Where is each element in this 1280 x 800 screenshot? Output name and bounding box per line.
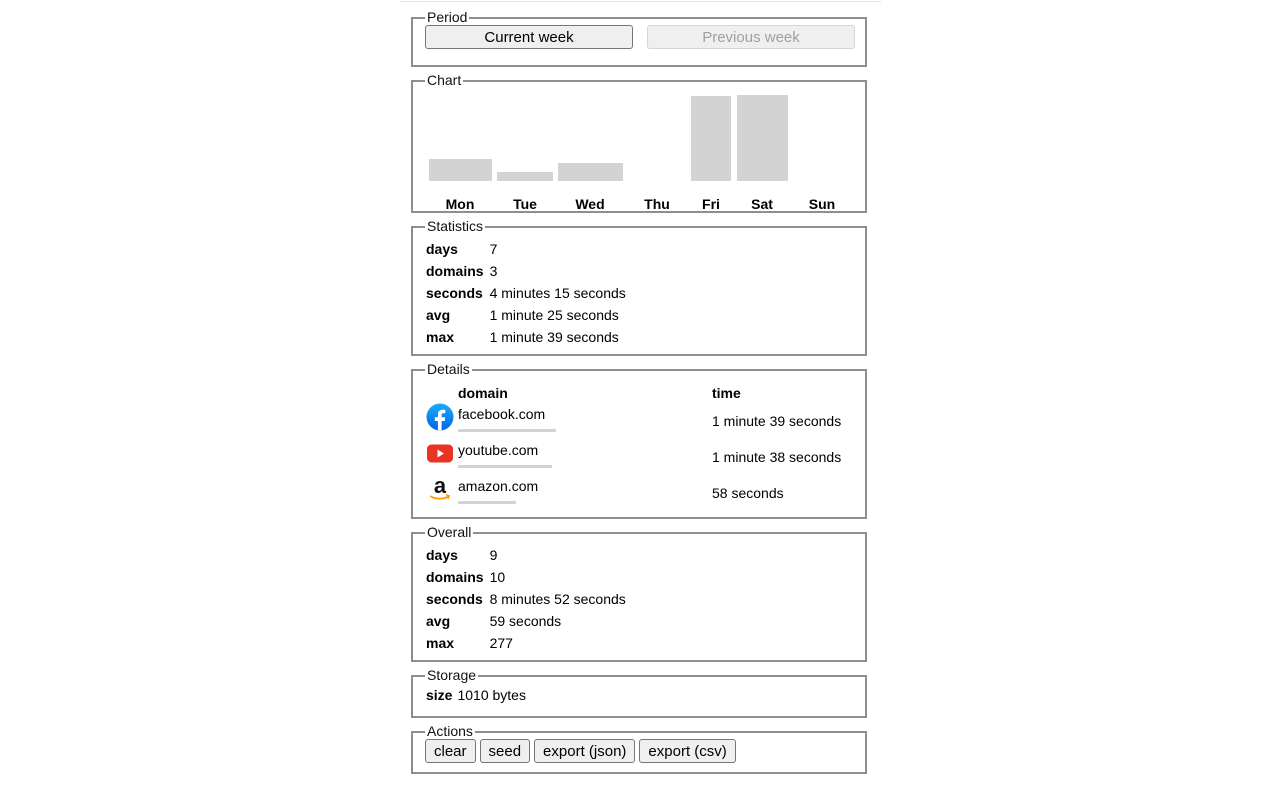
statistics-legend: Statistics — [427, 218, 484, 234]
overall-row-days: days 9 — [426, 544, 626, 566]
actions-section: Actions clear seed export (json) export … — [411, 724, 867, 774]
stat-value: 4 minutes 15 seconds — [489, 285, 626, 301]
youtube-icon — [427, 444, 453, 463]
svg-text:a: a — [434, 475, 447, 498]
details-legend: Details — [427, 361, 470, 377]
domain-time: 58 seconds — [712, 485, 784, 501]
overall-row-domains: domains 10 — [426, 566, 626, 588]
export-json-button[interactable]: export (json) — [534, 739, 636, 763]
actions-legend: Actions — [427, 723, 473, 739]
day-label-sun: Sun — [808, 196, 836, 212]
details-row: a amazon.com 58 seconds — [426, 475, 852, 511]
chart-legend: Chart — [427, 72, 462, 88]
overall-row-max: max 277 — [426, 632, 626, 654]
day-label-fri: Fri — [702, 196, 720, 212]
previous-week-button[interactable]: Previous week — [647, 25, 855, 49]
overall-key: seconds — [426, 591, 483, 607]
storage-legend: Storage — [427, 667, 477, 683]
domain-header: domain — [458, 385, 508, 401]
overall-legend: Overall — [427, 524, 472, 540]
amazon-icon: a — [430, 475, 451, 500]
overall-value: 277 — [489, 635, 513, 651]
domain-name: facebook.com — [458, 406, 546, 422]
bar-mon — [428, 159, 492, 181]
facebook-icon — [426, 403, 454, 431]
domain-share-bar — [458, 501, 516, 504]
storage-size-key: size — [426, 687, 453, 703]
chart-section: Chart Mon Tue Wed Thu Fri Sat Sun — [411, 73, 867, 213]
day-label-wed: Wed — [575, 196, 605, 212]
bar-fri — [691, 96, 731, 181]
statistics-table: days 7 domains 3 seconds 4 minutes 15 secon… — [426, 238, 626, 348]
period-section: Period Current week Previous week — [411, 10, 867, 67]
stat-key: seconds — [426, 285, 483, 301]
overall-section: Overall days 9 domains 10 seconds 8 minutes… — [411, 525, 867, 662]
stat-value: 3 — [489, 263, 498, 279]
storage-size-value: 1010 bytes — [457, 687, 526, 703]
overall-table: days 9 domains 10 seconds 8 minutes 52 seco… — [426, 544, 626, 654]
overall-key: avg — [426, 613, 451, 629]
domain-time: 1 minute 38 seconds — [712, 449, 842, 465]
stat-value: 1 minute 39 seconds — [489, 329, 619, 345]
stat-row-max: max 1 minute 39 seconds — [426, 326, 626, 348]
overall-value: 9 — [489, 547, 498, 563]
storage-section: Storage size 1010 bytes — [411, 668, 867, 718]
stat-row-domains: domains 3 — [426, 260, 626, 282]
top-divider — [400, 1, 881, 2]
day-label-tue: Tue — [513, 196, 537, 212]
domain-share-bar — [458, 465, 552, 468]
stat-row-seconds: seconds 4 minutes 15 seconds — [426, 282, 626, 304]
overall-value: 10 — [489, 569, 506, 585]
overall-key: domains — [426, 569, 484, 585]
stat-value: 1 minute 25 seconds — [489, 307, 619, 323]
storage-size-row: size 1010 bytes — [426, 683, 853, 705]
weekly-bar-chart: Mon Tue Wed Thu Fri Sat Sun — [427, 88, 853, 213]
details-table: domain time facebook.com 1 minute 39 sec… — [426, 383, 852, 511]
export-csv-button[interactable]: export (csv) — [639, 739, 736, 763]
bar-tue — [497, 172, 553, 181]
day-label-thu: Thu — [644, 196, 670, 212]
domain-name: amazon.com — [458, 478, 539, 494]
details-section: Details domain time facebook.com 1 minut… — [411, 362, 867, 519]
stat-key: avg — [426, 307, 451, 323]
details-row: youtube.com 1 minute 38 seconds — [426, 439, 852, 475]
overall-key: days — [426, 547, 458, 563]
overall-value: 59 seconds — [489, 613, 562, 629]
stat-key: domains — [426, 263, 484, 279]
stat-key: days — [426, 241, 458, 257]
domain-share-bar — [458, 429, 556, 432]
bar-sat — [736, 95, 788, 181]
current-week-button[interactable]: Current week — [425, 25, 633, 49]
popup-page: Period Current week Previous week Chart … — [411, 10, 867, 780]
domain-name: youtube.com — [458, 442, 539, 458]
period-legend: Period — [427, 9, 468, 25]
icon-header — [426, 383, 458, 403]
stat-row-days: days 7 — [426, 238, 626, 260]
overall-key: max — [426, 635, 455, 651]
day-label-sat: Sat — [751, 196, 773, 212]
stat-row-avg: avg 1 minute 25 seconds — [426, 304, 626, 326]
statistics-section: Statistics days 7 domains 3 seconds 4 minut… — [411, 219, 867, 356]
stat-key: max — [426, 329, 455, 345]
clear-button[interactable]: clear — [425, 739, 476, 763]
overall-row-seconds: seconds 8 minutes 52 seconds — [426, 588, 626, 610]
overall-value: 8 minutes 52 seconds — [489, 591, 626, 607]
day-label-mon: Mon — [445, 196, 475, 212]
domain-time: 1 minute 39 seconds — [712, 413, 842, 429]
details-row: facebook.com 1 minute 39 seconds — [426, 403, 852, 439]
stat-value: 7 — [489, 241, 498, 257]
bar-wed — [557, 163, 623, 181]
time-header: time — [712, 385, 741, 401]
overall-row-avg: avg 59 seconds — [426, 610, 626, 632]
seed-button[interactable]: seed — [479, 739, 531, 763]
